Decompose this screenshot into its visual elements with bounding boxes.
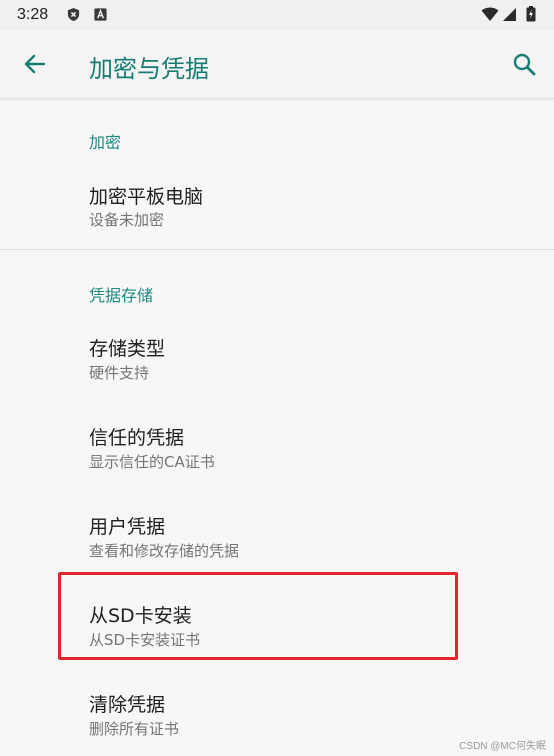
arrow-back-icon <box>24 54 46 74</box>
section-header-encryption: 加密 <box>89 133 122 152</box>
signal-icon <box>503 8 516 21</box>
item-summary: 删除所有证书 <box>89 720 180 738</box>
storage-type-item[interactable]: 存储类型 硬件支持 <box>0 321 554 395</box>
encrypt-tablet-item[interactable]: 加密平板电脑 设备未加密 <box>0 168 554 242</box>
user-credentials-item[interactable]: 用户凭据 查看和修改存储的凭据 <box>0 499 554 573</box>
trusted-credentials-item[interactable]: 信任的凭据 显示信任的CA证书 <box>0 410 554 484</box>
battery-icon <box>526 6 536 22</box>
a-square-icon <box>94 8 107 21</box>
item-summary: 设备未加密 <box>89 211 165 229</box>
status-time: 3:28 <box>17 6 49 23</box>
section-divider <box>0 249 554 250</box>
item-summary: 硬件支持 <box>89 364 150 382</box>
item-summary: 显示信任的CA证书 <box>89 453 215 471</box>
item-summary: 查看和修改存储的凭据 <box>89 542 240 560</box>
section-header-credential-storage: 凭据存储 <box>89 286 154 305</box>
item-title: 用户凭据 <box>89 516 166 538</box>
item-title: 加密平板电脑 <box>89 186 204 208</box>
status-bar: 3:28 <box>0 0 554 30</box>
highlight-box <box>58 572 458 660</box>
page-title: 加密与凭据 <box>89 55 209 83</box>
item-title: 存储类型 <box>89 338 166 360</box>
watermark: CSDN @MC何失眠 <box>459 741 546 752</box>
item-title: 信任的凭据 <box>89 427 185 449</box>
app-bar: 加密与凭据 <box>0 30 554 99</box>
search-button[interactable] <box>506 46 544 82</box>
search-icon <box>513 53 536 76</box>
shield-x-icon <box>67 7 80 22</box>
back-button[interactable] <box>15 46 55 82</box>
item-title: 清除凭据 <box>89 694 166 716</box>
wifi-icon <box>481 7 499 21</box>
